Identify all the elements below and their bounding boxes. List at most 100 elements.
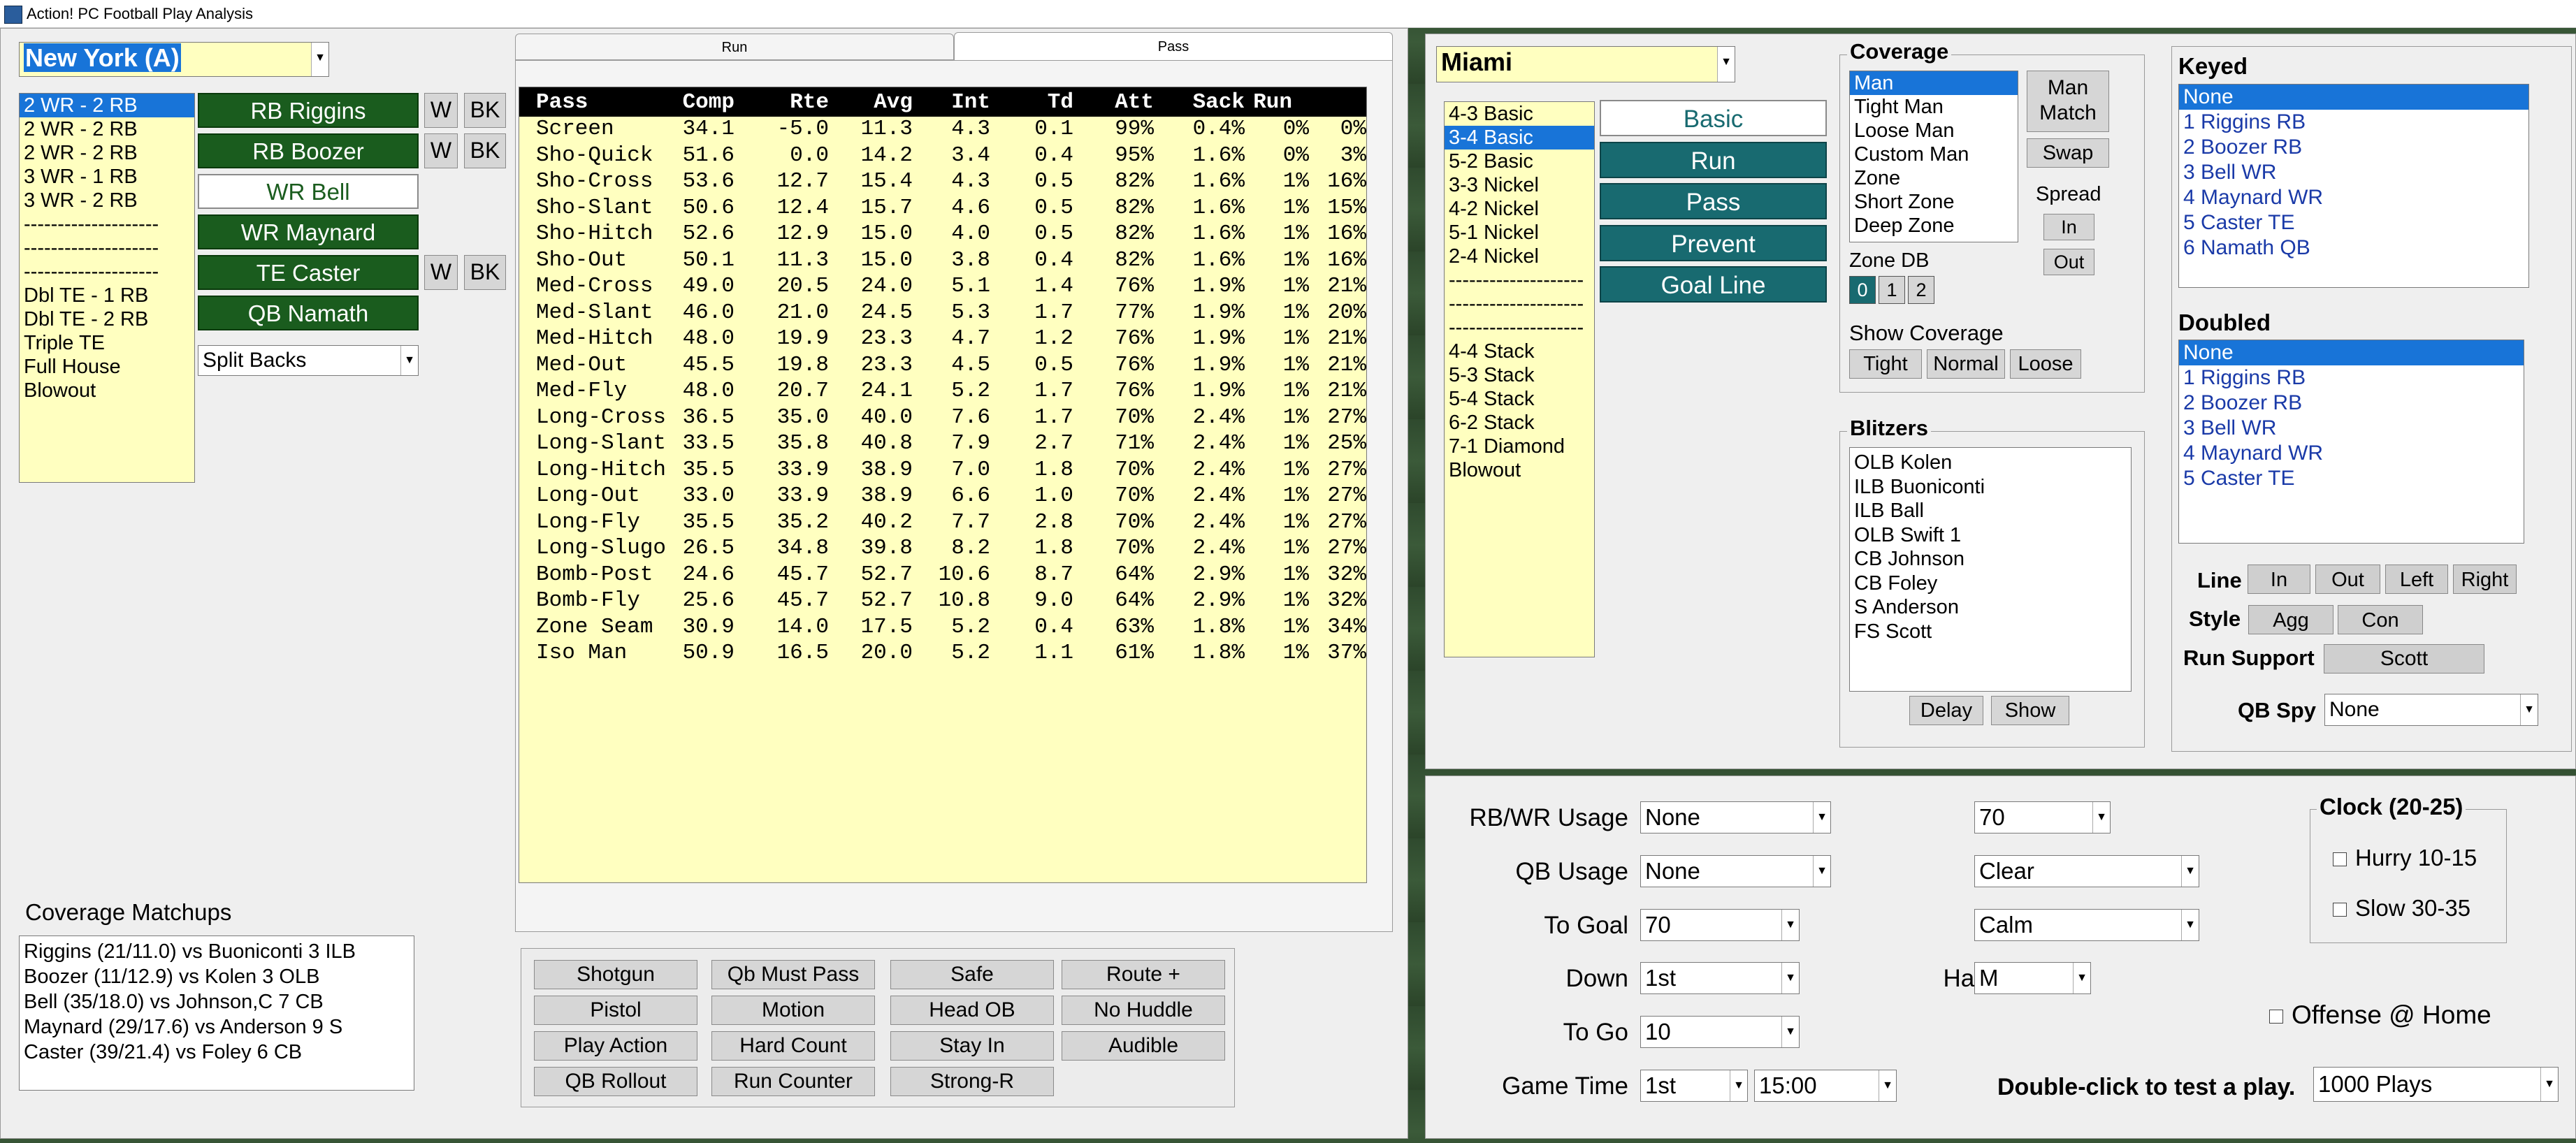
list-item[interactable]: 6-2 Stack bbox=[1445, 411, 1594, 435]
list-item[interactable]: 4-4 Stack bbox=[1445, 340, 1594, 363]
pass-table-row[interactable]: Screen 34.1 -5.0 11.3 4.3 0.1 99% 0.4% 0% 0% bbox=[519, 117, 1366, 143]
pass-table-row[interactable]: Long-Cross 36.5 35.0 40.0 7.6 1.7 70% 2.4% 1% 27% bbox=[519, 405, 1366, 431]
plays-select[interactable]: 1000 Plays ▼ bbox=[2313, 1067, 2559, 1102]
option-button[interactable]: Stay In bbox=[890, 1031, 1054, 1061]
list-item[interactable]: Blowout bbox=[20, 379, 194, 402]
list-item[interactable]: Deep Zone bbox=[1850, 214, 2018, 238]
list-item[interactable]: 4 Maynard WR bbox=[2179, 185, 2528, 210]
defense-formation-list[interactable]: 4-3 Basic 3-4 Basic 5-2 Basic 3-3 Nickel 4-2… bbox=[1444, 101, 1595, 657]
list-item[interactable]: 3 WR - 1 RB bbox=[20, 165, 194, 189]
list-item[interactable]: 5-3 Stack bbox=[1445, 363, 1594, 387]
list-item[interactable]: 4-3 Basic bbox=[1445, 102, 1594, 126]
pass-table-row[interactable]: Zone Seam 30.9 14.0 17.5 5.2 0.4 63% 1.8% 1% 34% bbox=[519, 615, 1366, 641]
situation-select[interactable]: Calm ▼ bbox=[1974, 909, 2199, 941]
zone-db-button[interactable]: 2 bbox=[1908, 276, 1934, 304]
delay-button[interactable]: Delay bbox=[1909, 696, 1983, 725]
show-coverage-button[interactable]: Tight bbox=[1849, 349, 1922, 379]
pass-table-row[interactable]: Long-Hitch 35.5 33.9 38.9 7.0 1.8 70% 2.4% 1% 27% bbox=[519, 458, 1366, 483]
list-item[interactable]: Triple TE bbox=[20, 331, 194, 355]
list-item[interactable]: CB Johnson bbox=[1850, 547, 2131, 572]
pass-table-row[interactable]: Sho-Slant 50.6 12.4 15.7 4.6 0.5 82% 1.6% 1% 15% bbox=[519, 196, 1366, 221]
player-bk-button[interactable]: BK bbox=[464, 133, 506, 168]
hurry-checkbox[interactable]: Hurry 10-15 bbox=[2333, 845, 2477, 871]
defense-playtype-button[interactable]: Pass bbox=[1600, 183, 1827, 219]
list-item[interactable]: CB Foley bbox=[1850, 572, 2131, 596]
pass-table-row[interactable]: Med-Hitch 48.0 19.9 23.3 4.7 1.2 76% 1.9% 1% 21% bbox=[519, 326, 1366, 352]
option-button[interactable]: Hard Count bbox=[711, 1031, 875, 1061]
list-item[interactable]: 3-4 Basic bbox=[1445, 126, 1594, 150]
list-item[interactable]: Man bbox=[1850, 71, 2018, 95]
situation-select[interactable]: 70 ▼ bbox=[1974, 801, 2111, 833]
qb-spy-select[interactable]: None ▼ bbox=[2324, 694, 2538, 726]
situation-select[interactable]: Clear ▼ bbox=[1974, 855, 2199, 887]
list-item[interactable]: 3 Bell WR bbox=[2179, 416, 2524, 441]
list-item[interactable]: 5-2 Basic bbox=[1445, 150, 1594, 173]
list-item[interactable]: 2 Boozer RB bbox=[2179, 135, 2528, 160]
option-button[interactable]: Safe bbox=[890, 960, 1054, 989]
player-w-button[interactable]: W bbox=[424, 133, 458, 168]
player-button-4[interactable]: TE Caster bbox=[198, 255, 419, 290]
list-item[interactable]: 2 WR - 2 RB bbox=[20, 94, 194, 117]
pass-table-row[interactable]: Sho-Hitch 52.6 12.9 15.0 4.0 0.5 82% 1.6% 1% 16% bbox=[519, 221, 1366, 247]
option-button[interactable]: Strong-R bbox=[890, 1067, 1054, 1096]
situation-select[interactable]: 70 ▼ bbox=[1640, 909, 1800, 941]
list-item[interactable]: FS Scott bbox=[1850, 620, 2131, 644]
list-item[interactable]: 2 Boozer RB bbox=[2179, 391, 2524, 416]
list-item[interactable]: Blowout bbox=[1445, 458, 1594, 482]
backfield-select[interactable]: Split Backs ▼ bbox=[198, 345, 419, 376]
player-button-3[interactable]: WR Maynard bbox=[198, 214, 419, 249]
offense-team-select[interactable]: New York (A) ▼ bbox=[19, 42, 329, 77]
show-coverage-button[interactable]: Loose bbox=[2010, 349, 2081, 379]
pass-table-row[interactable]: Med-Out 45.5 19.8 23.3 4.5 0.5 76% 1.9% 1% 21% bbox=[519, 353, 1366, 379]
player-bk-button[interactable]: BK bbox=[464, 93, 506, 128]
player-button-2[interactable]: WR Bell bbox=[198, 174, 419, 209]
situation-select[interactable]: None ▼ bbox=[1640, 801, 1831, 833]
show-coverage-button[interactable]: Normal bbox=[1927, 349, 2005, 379]
list-item[interactable]: 7-1 Diamond bbox=[1445, 435, 1594, 458]
list-item[interactable]: Custom Man bbox=[1850, 143, 2018, 166]
option-button[interactable]: Motion bbox=[711, 996, 875, 1025]
player-bk-button[interactable]: BK bbox=[464, 255, 506, 290]
man-match-button[interactable]: Man Match bbox=[2027, 71, 2109, 132]
list-item[interactable]: 3 Bell WR bbox=[2179, 160, 2528, 185]
option-button[interactable]: QB Rollout bbox=[534, 1067, 697, 1096]
player-w-button[interactable]: W bbox=[424, 255, 458, 290]
list-item[interactable]: 6 Namath QB bbox=[2179, 235, 2528, 261]
run-support-button[interactable]: Scott bbox=[2324, 644, 2484, 674]
style-button[interactable]: Agg bbox=[2248, 605, 2333, 634]
defense-team-select[interactable]: Miami ▼ bbox=[1436, 46, 1735, 82]
slow-checkbox-box[interactable] bbox=[2333, 903, 2347, 917]
keyed-list[interactable]: None 1 Riggins RB 2 Boozer RB 3 Bell WR 4 Ma… bbox=[2178, 84, 2529, 288]
list-item[interactable]: 5 Caster TE bbox=[2179, 466, 2524, 491]
offense-home-checkbox[interactable]: Offense @ Home bbox=[2269, 1000, 2491, 1030]
defense-playtype-button[interactable]: Goal Line bbox=[1600, 266, 1827, 303]
line-button[interactable]: In bbox=[2248, 565, 2310, 594]
situation-select[interactable]: 1st ▼ bbox=[1640, 1070, 1748, 1102]
doubled-list[interactable]: None 1 Riggins RB 2 Boozer RB 3 Bell WR 4 Ma… bbox=[2178, 340, 2524, 544]
option-button[interactable]: No Huddle bbox=[1062, 996, 1225, 1025]
coverage-list[interactable]: Man Tight Man Loose Man Custom Man Zone Short… bbox=[1849, 71, 2018, 242]
pass-table-row[interactable]: Long-Fly 35.5 35.2 40.2 7.7 2.8 70% 2.4% 1% 27% bbox=[519, 510, 1366, 536]
pass-table-row[interactable]: Long-Slugo 26.5 34.8 39.8 8.2 1.8 70% 2.4% 1% 27% bbox=[519, 536, 1366, 562]
blitzers-list[interactable]: OLB Kolen ILB Buoniconti ILB Ball OLB Swift… bbox=[1849, 447, 2132, 692]
game-time-select[interactable]: 15:00 ▼ bbox=[1754, 1070, 1897, 1102]
option-button[interactable]: Head OB bbox=[890, 996, 1054, 1025]
pass-table-row[interactable]: Bomb-Post 24.6 45.7 52.7 10.6 8.7 64% 2.9% 1% 32% bbox=[519, 562, 1366, 588]
list-item[interactable]: -------------------- bbox=[1445, 316, 1594, 340]
list-item[interactable]: Dbl TE - 1 RB bbox=[20, 284, 194, 307]
defense-playtype-button[interactable]: Run bbox=[1600, 141, 1827, 178]
tab-run[interactable]: Run bbox=[515, 34, 954, 60]
defense-playtype-button[interactable]: Basic bbox=[1600, 100, 1827, 136]
spread-out-button[interactable]: Out bbox=[2043, 249, 2094, 275]
list-item[interactable]: ILB Buoniconti bbox=[1850, 475, 2131, 500]
pass-table-row[interactable]: Sho-Quick 51.6 0.0 14.2 3.4 0.4 95% 1.6% 0% 3% bbox=[519, 143, 1366, 169]
list-item[interactable]: Short Zone bbox=[1850, 190, 2018, 214]
pass-table-row[interactable]: Iso Man 50.9 16.5 20.0 5.2 1.1 61% 1.8% 1% 37% bbox=[519, 641, 1366, 667]
pass-table-row[interactable]: Long-Slant 33.5 35.8 40.8 7.9 2.7 71% 2.4% 1% 25% bbox=[519, 431, 1366, 457]
zone-db-button[interactable]: 1 bbox=[1879, 276, 1905, 304]
zone-db-button[interactable]: 0 bbox=[1849, 276, 1876, 304]
pass-table-row[interactable]: Med-Slant 46.0 21.0 24.5 5.3 1.7 77% 1.9% 1% 20% bbox=[519, 300, 1366, 326]
list-item[interactable]: Dbl TE - 2 RB bbox=[20, 307, 194, 331]
tab-pass[interactable]: Pass bbox=[954, 32, 1393, 61]
list-item[interactable]: -------------------- bbox=[1445, 292, 1594, 316]
